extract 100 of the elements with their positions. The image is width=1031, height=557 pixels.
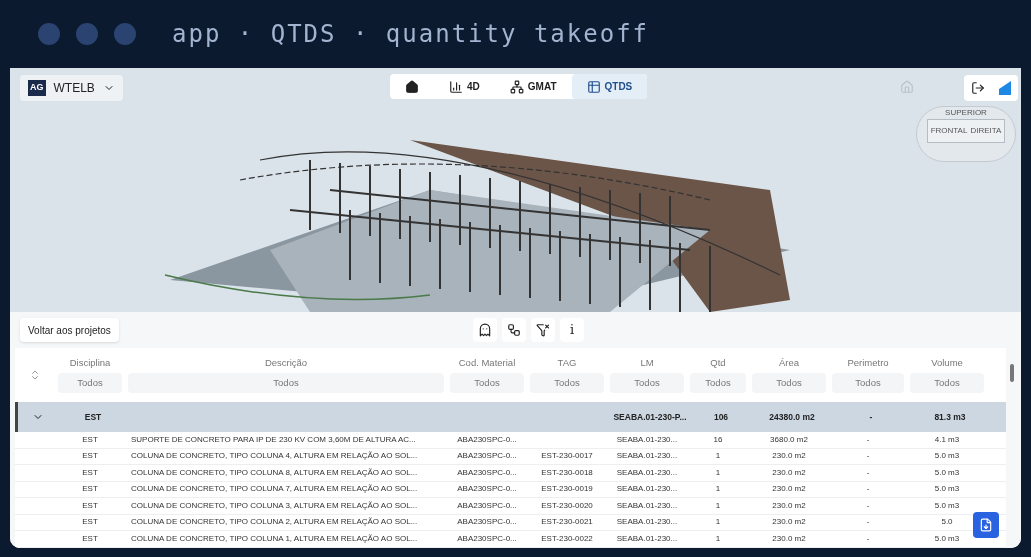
back-button[interactable]: Voltar aos projetos [20,318,119,342]
table-cell: EST [82,517,98,527]
toolbar-button[interactable] [531,318,555,342]
table-cell: EST-230-0019 [541,484,593,494]
table-cell: - [866,484,870,494]
table-cell: SEABA.01-230... [616,451,678,461]
filter-field[interactable]: Todos [690,372,746,394]
table-cell: - [866,451,870,461]
file-download-icon [979,518,993,532]
filter-field[interactable]: Todos [610,372,684,394]
column-header[interactable]: Volume [917,356,977,369]
table-cell: ABA230SPC-0... [457,451,517,461]
table-cell: - [866,500,870,510]
filter-field[interactable]: Todos [450,372,524,394]
table-cell: EST-230-0018 [541,467,593,477]
filter-field[interactable]: Todos [58,372,122,394]
logout-icon[interactable] [971,81,985,95]
table-cell: SEABA.01-230... [616,517,678,527]
view-cube-label: FRONTAL [930,125,968,137]
table-cell: 230.0 m2 [772,533,806,543]
table-cell: 4.1 m3 [934,434,960,444]
table-cell: 5.0 m3 [934,484,960,494]
group-cell: SEABA.01-230-P... [613,411,687,422]
table-cell: SUPORTE DE CONCRETO PARA IP DE 230 KV COM 3,60M DE ALTURA AC... [131,434,416,444]
table-cell: EST [82,434,98,444]
filter-field[interactable]: Todos [128,372,444,394]
table-cell: EST [82,484,98,494]
table-cell: 5.0 m3 [934,451,960,461]
table-cell: EST-230-0021 [541,517,593,527]
table-cell: 16 [713,434,723,444]
group-cell: EST [84,411,102,422]
column-header[interactable]: Cod. Material [457,356,517,369]
table-cell: SEABA.01-230... [616,467,678,477]
table-cell: SEABA.01-230... [616,500,678,510]
group-cell: 81.3 m3 [934,411,966,422]
bar-chart-icon [449,79,463,94]
window-title: app · QTDS · quantity takeoff [172,19,650,50]
table-cell: COLUNA DE CONCRETO, TIPO COLUNA 2, ALTURA EM RELAÇÃO AO SOL... [131,517,418,527]
column-header[interactable]: Descrição [256,356,316,369]
network-icon [509,79,524,94]
column-header[interactable]: Disciplina [60,356,120,369]
project-dropdown[interactable]: WTELB [53,79,115,97]
filter-field[interactable]: Todos [832,372,904,394]
view-cube[interactable]: SUPERIOR FRONTAL DIREITA [916,106,1016,162]
table-cell: EST-230-0017 [541,451,593,461]
filter-field[interactable]: Todos [910,372,984,394]
table-cell: EST-230-0022 [541,533,593,543]
table-cell: 5.0 m3 [934,467,960,477]
toolbar-button[interactable] [473,318,497,342]
table-cell: EST [82,533,98,543]
column-header[interactable]: TAG [537,356,597,369]
table-cell: 230.0 m2 [772,484,806,494]
export-button[interactable] [973,512,999,538]
column-header[interactable]: Perimetro [838,356,898,369]
column-header[interactable]: Qtd [688,356,748,369]
table-cell: 5.0 m3 [934,533,960,543]
filter-field[interactable]: Todos [752,372,826,394]
table-cell: 1 [715,467,721,477]
expand-all-icon[interactable] [29,369,41,381]
nav-tab[interactable]: GMAT [494,74,572,99]
table-cell: ABA230SPC-0... [457,517,517,527]
table-cell: SEABA.01-230... [616,533,678,543]
model-viewport[interactable]: AG WTELB 4D GMAT QTDS SUPERIOR FRONTAL DIREITA [10,68,1021,312]
table-cell: 1 [715,517,721,527]
table-cell: 230.0 m2 [772,517,806,527]
table-cell: - [866,517,870,527]
table-cell: 5.0 m3 [934,500,960,510]
table-cell: ABA230SPC-0... [457,467,517,477]
home-icon [405,79,419,94]
group-cell: 106 [713,411,729,422]
column-header[interactable]: LM [617,356,677,369]
nav-tab[interactable]: 4D [434,74,495,99]
table-cell: COLUNA DE CONCRETO, TIPO COLUNA 1, ALTURA EM RELAÇÃO AO SOL... [131,533,418,543]
project-logo: AG [28,80,46,96]
table-cell: - [866,434,870,444]
table-cell: - [866,533,870,543]
table-cell: 230.0 m2 [772,500,806,510]
clear-filter-icon [536,323,550,337]
table-cell: ABA230SPC-0... [457,484,517,494]
table-cell: EST [82,467,98,477]
table-cell: 1 [715,500,721,510]
filter-field[interactable]: Todos [530,372,604,394]
ghost-icon [478,323,492,337]
table-cell: 230.0 m2 [772,467,806,477]
view-cube-label: SUPERIOR [945,107,987,119]
table-cell: 5.0 [941,517,953,527]
table-cell: COLUNA DE CONCRETO, TIPO COLUNA 7, ALTURA EM RELAÇÃO AO SOL... [131,484,418,494]
table-icon [586,79,601,94]
info-button[interactable]: i [560,318,584,342]
toolbar-button[interactable] [502,318,526,342]
table-cell: ABA230SPC-0... [457,533,517,543]
nav-tab[interactable]: QTDS [571,74,648,99]
table-cell: EST [82,451,98,461]
table-cell: COLUNA DE CONCRETO, TIPO COLUNA 3, ALTURA EM RELAÇÃO AO SOL... [131,500,418,510]
column-header[interactable]: Área [759,356,819,369]
table-cell: SEABA.01-230... [616,434,678,444]
table-cell: EST [82,500,98,510]
table-cell: ABA230SPC-0... [457,434,517,444]
table-cell: COLUNA DE CONCRETO, TIPO COLUNA 8, ALTURA EM RELAÇÃO AO SOL... [131,467,418,477]
table-cell: EST-230-0020 [541,500,593,510]
